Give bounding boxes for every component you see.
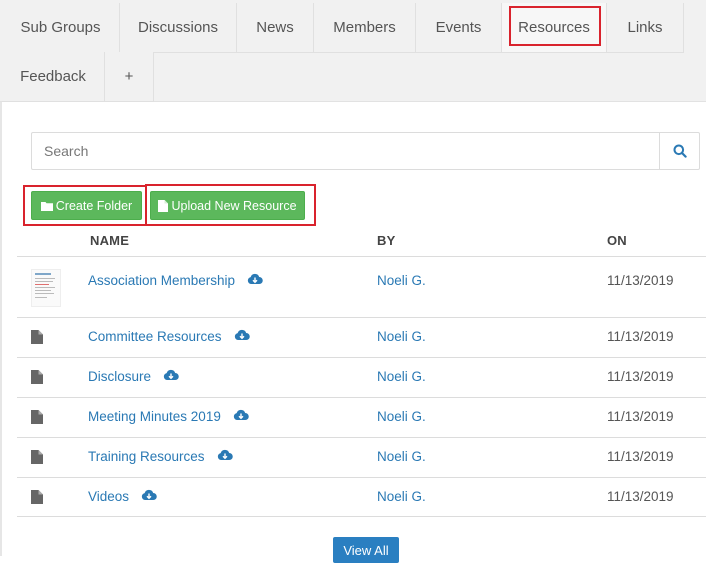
table-row: Disclosure Noeli G. 11/13/2019 [17,357,706,397]
table-row: Meeting Minutes 2019 Noeli G. 11/13/2019 [17,397,706,437]
resource-link[interactable]: Association Membership [88,273,263,288]
table-row: Training Resources Noeli G. 11/13/2019 [17,437,706,477]
file-icon [31,330,43,344]
upload-resource-button[interactable]: Upload New Resource [150,191,305,220]
author-link[interactable]: Noeli G. [377,449,426,464]
author-link[interactable]: Noeli G. [377,273,426,288]
search-bar [31,132,700,170]
upload-resource-label: Upload New Resource [171,198,297,213]
create-folder-label: Create Folder [55,198,133,213]
search-input[interactable] [32,133,660,169]
tab-feedback[interactable]: Feedback [2,52,105,102]
create-folder-button[interactable]: Create Folder [31,191,142,220]
view-all-button[interactable]: View All [333,537,399,563]
date-cell: 11/13/2019 [607,409,674,424]
tab-events[interactable]: Events [416,3,502,53]
author-link[interactable]: Noeli G. [377,489,426,504]
column-header-on[interactable]: ON [607,233,627,248]
author-link[interactable]: Noeli G. [377,409,426,424]
resource-name[interactable]: Videos [88,489,129,504]
resource-link[interactable]: Meeting Minutes 2019 [88,409,249,424]
folder-icon [40,201,53,211]
cloud-download-icon[interactable] [234,329,250,344]
document-preview-icon [35,273,55,298]
file-icon [31,370,43,384]
resource-name[interactable]: Committee Resources [88,329,222,344]
date-cell: 11/13/2019 [607,273,674,288]
cloud-download-icon[interactable] [233,409,249,424]
table-row: Committee Resources Noeli G. 11/13/2019 [17,317,706,357]
author-link[interactable]: Noeli G. [377,329,426,344]
date-cell: 11/13/2019 [607,489,674,504]
table-row: Association Membership Noeli G. 11/13/20… [17,256,706,317]
tab-add[interactable]: + [105,52,154,102]
date-cell: 11/13/2019 [607,369,674,384]
file-icon [31,410,43,424]
author-link[interactable]: Noeli G. [377,369,426,384]
tab-members[interactable]: Members [314,3,416,53]
search-button[interactable] [659,133,699,169]
resource-name[interactable]: Association Membership [88,273,235,288]
resource-name[interactable]: Meeting Minutes 2019 [88,409,221,424]
date-cell: 11/13/2019 [607,329,674,344]
resource-name[interactable]: Disclosure [88,369,151,384]
search-icon [673,144,687,158]
tab-sub-groups[interactable]: Sub Groups [2,3,120,53]
resource-name[interactable]: Training Resources [88,449,205,464]
file-icon [31,490,43,504]
date-cell: 11/13/2019 [607,449,674,464]
resource-link[interactable]: Videos [88,489,157,504]
cloud-download-icon[interactable] [217,449,233,464]
tab-resources[interactable]: Resources [502,3,607,53]
tab-links[interactable]: Links [607,3,684,53]
file-icon [158,199,169,212]
resource-link[interactable]: Training Resources [88,449,233,464]
column-header-name[interactable]: NAME [90,233,129,248]
resource-link[interactable]: Committee Resources [88,329,250,344]
resource-link[interactable]: Disclosure [88,369,179,384]
cloud-download-icon[interactable] [247,273,263,288]
file-icon [31,450,43,464]
cloud-download-icon[interactable] [141,489,157,504]
table-row: Videos Noeli G. 11/13/2019 [17,477,706,517]
column-header-by[interactable]: BY [377,233,395,248]
tab-discussions[interactable]: Discussions [120,3,237,53]
cloud-download-icon[interactable] [163,369,179,384]
tab-bar: Sub Groups Discussions News Members Even… [0,0,706,102]
document-thumbnail [31,269,61,307]
tab-news[interactable]: News [237,3,314,53]
